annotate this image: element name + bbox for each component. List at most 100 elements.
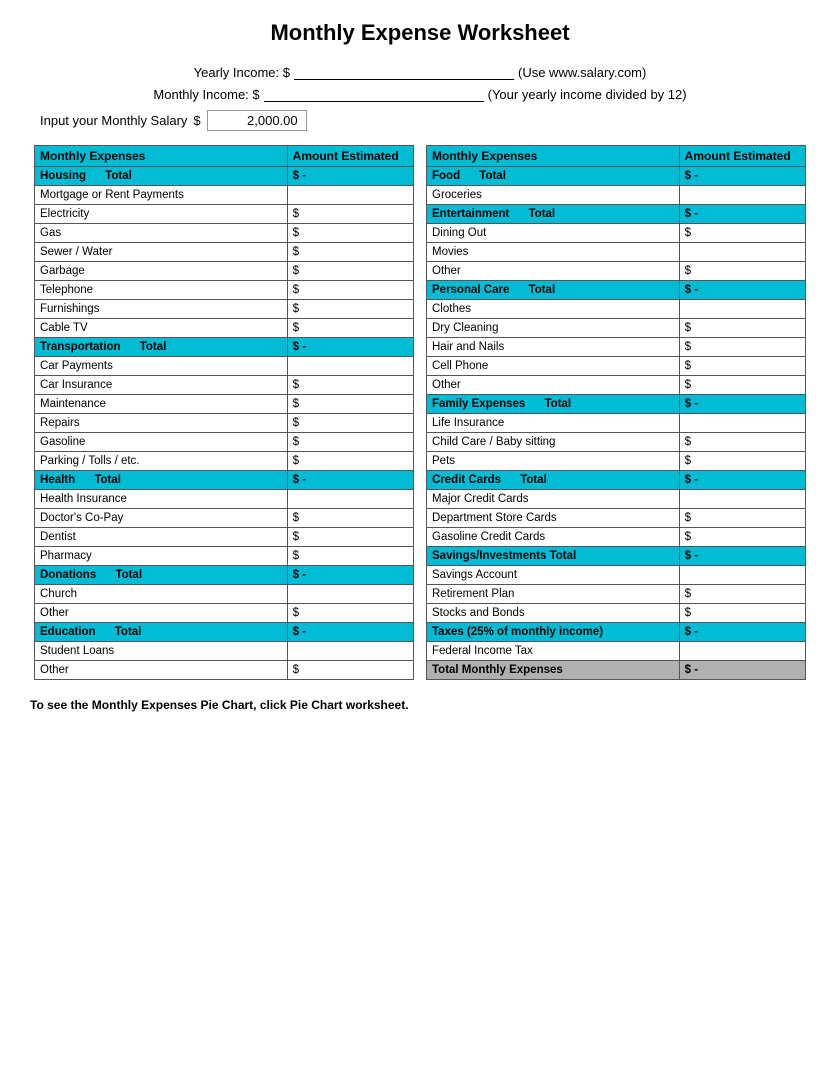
table-row: Other$	[35, 661, 414, 680]
expense-amount[interactable]	[679, 300, 805, 319]
table-row: Garbage$	[35, 262, 414, 281]
table-row: Family Expenses Total$ -	[427, 395, 806, 414]
expense-amount[interactable]	[287, 186, 413, 205]
table-row: Taxes (25% of monthly income)$ -	[427, 623, 806, 642]
expense-amount[interactable]: $ -	[679, 167, 805, 186]
table-row: Mortgage or Rent Payments	[35, 186, 414, 205]
table-row: Car Payments	[35, 357, 414, 376]
table-row: Transportation Total$ -	[35, 338, 414, 357]
page-title: Monthly Expense Worksheet	[20, 20, 820, 46]
expense-label: Entertainment Total	[427, 205, 680, 224]
yearly-income-note: (Use www.salary.com)	[518, 65, 646, 80]
expense-label: Savings Account	[427, 566, 680, 585]
expense-amount[interactable]: $ -	[679, 661, 805, 680]
expense-amount[interactable]: $ -	[287, 167, 413, 186]
table-row: Housing Total$ -	[35, 167, 414, 186]
expense-amount[interactable]: $	[287, 509, 413, 528]
expense-amount[interactable]: $	[287, 433, 413, 452]
yearly-income-input[interactable]	[294, 64, 514, 80]
expense-amount[interactable]: $	[679, 528, 805, 547]
expense-amount[interactable]: $	[679, 604, 805, 623]
expense-label: Garbage	[35, 262, 288, 281]
expense-label: Child Care / Baby sitting	[427, 433, 680, 452]
expense-amount[interactable]: $ -	[287, 471, 413, 490]
expense-label: Family Expenses Total	[427, 395, 680, 414]
expense-amount[interactable]	[679, 243, 805, 262]
expense-amount[interactable]	[287, 357, 413, 376]
expense-label: Electricity	[35, 205, 288, 224]
left-col1-header: Monthly Expenses	[35, 146, 288, 167]
tables-container: Monthly Expenses Amount Estimated Housin…	[20, 145, 820, 680]
table-row: Other$	[427, 376, 806, 395]
expense-amount[interactable]: $	[287, 281, 413, 300]
expense-amount[interactable]	[287, 490, 413, 509]
table-row: Savings Account	[427, 566, 806, 585]
expense-amount[interactable]	[287, 585, 413, 604]
expense-amount[interactable]: $	[679, 452, 805, 471]
expense-amount[interactable]	[287, 642, 413, 661]
expense-amount[interactable]: $	[287, 528, 413, 547]
table-row: Hair and Nails$	[427, 338, 806, 357]
expense-label: Car Payments	[35, 357, 288, 376]
expense-amount[interactable]: $	[679, 262, 805, 281]
table-row: Repairs$	[35, 414, 414, 433]
expense-amount[interactable]: $	[679, 433, 805, 452]
expense-amount[interactable]: $ -	[679, 623, 805, 642]
table-row: Furnishings$	[35, 300, 414, 319]
table-row: Personal Care Total$ -	[427, 281, 806, 300]
salary-value[interactable]: 2,000.00	[207, 110, 307, 131]
expense-amount[interactable]: $	[287, 243, 413, 262]
table-row: Groceries	[427, 186, 806, 205]
expense-amount[interactable]: $ -	[679, 395, 805, 414]
expense-amount[interactable]: $	[287, 205, 413, 224]
table-row: Electricity$	[35, 205, 414, 224]
expense-amount[interactable]	[679, 186, 805, 205]
footer-note: To see the Monthly Expenses Pie Chart, c…	[20, 698, 820, 712]
expense-amount[interactable]: $ -	[287, 623, 413, 642]
expense-label: Other	[427, 376, 680, 395]
table-row: Stocks and Bonds$	[427, 604, 806, 623]
expense-amount[interactable]: $	[287, 661, 413, 680]
expense-amount[interactable]: $	[679, 509, 805, 528]
monthly-income-input[interactable]	[264, 86, 484, 102]
expense-amount[interactable]: $ -	[679, 281, 805, 300]
expense-label: Housing Total	[35, 167, 288, 186]
expense-amount[interactable]: $	[287, 414, 413, 433]
expense-amount[interactable]: $ -	[679, 547, 805, 566]
table-row: Retirement Plan$	[427, 585, 806, 604]
expense-amount[interactable]: $	[287, 262, 413, 281]
expense-amount[interactable]: $ -	[287, 338, 413, 357]
expense-amount[interactable]: $	[679, 357, 805, 376]
expense-amount[interactable]	[679, 642, 805, 661]
expense-amount[interactable]: $	[679, 585, 805, 604]
table-row: Dry Cleaning$	[427, 319, 806, 338]
table-row: Pets$	[427, 452, 806, 471]
expense-label: Other	[427, 262, 680, 281]
table-row: Total Monthly Expenses$ -	[427, 661, 806, 680]
table-row: Gas$	[35, 224, 414, 243]
expense-amount[interactable]: $	[679, 338, 805, 357]
expense-label: Life Insurance	[427, 414, 680, 433]
expense-amount[interactable]: $	[287, 395, 413, 414]
expense-label: Maintenance	[35, 395, 288, 414]
expense-amount[interactable]: $	[287, 224, 413, 243]
expense-amount[interactable]	[679, 566, 805, 585]
expense-amount[interactable]: $ -	[287, 566, 413, 585]
expense-amount[interactable]	[679, 490, 805, 509]
expense-amount[interactable]: $	[287, 547, 413, 566]
expense-label: Other	[35, 604, 288, 623]
expense-amount[interactable]: $ -	[679, 205, 805, 224]
expense-amount[interactable]: $ -	[679, 471, 805, 490]
expense-amount[interactable]: $	[287, 452, 413, 471]
expense-amount[interactable]: $	[287, 604, 413, 623]
expense-amount[interactable]: $	[287, 300, 413, 319]
expense-amount[interactable]: $	[679, 224, 805, 243]
left-col2-header: Amount Estimated	[287, 146, 413, 167]
table-row: Parking / Tolls / etc.$	[35, 452, 414, 471]
expense-amount[interactable]: $	[287, 376, 413, 395]
expense-amount[interactable]: $	[679, 319, 805, 338]
expense-amount[interactable]	[679, 414, 805, 433]
expense-label: Taxes (25% of monthly income)	[427, 623, 680, 642]
expense-amount[interactable]: $	[679, 376, 805, 395]
expense-amount[interactable]: $	[287, 319, 413, 338]
